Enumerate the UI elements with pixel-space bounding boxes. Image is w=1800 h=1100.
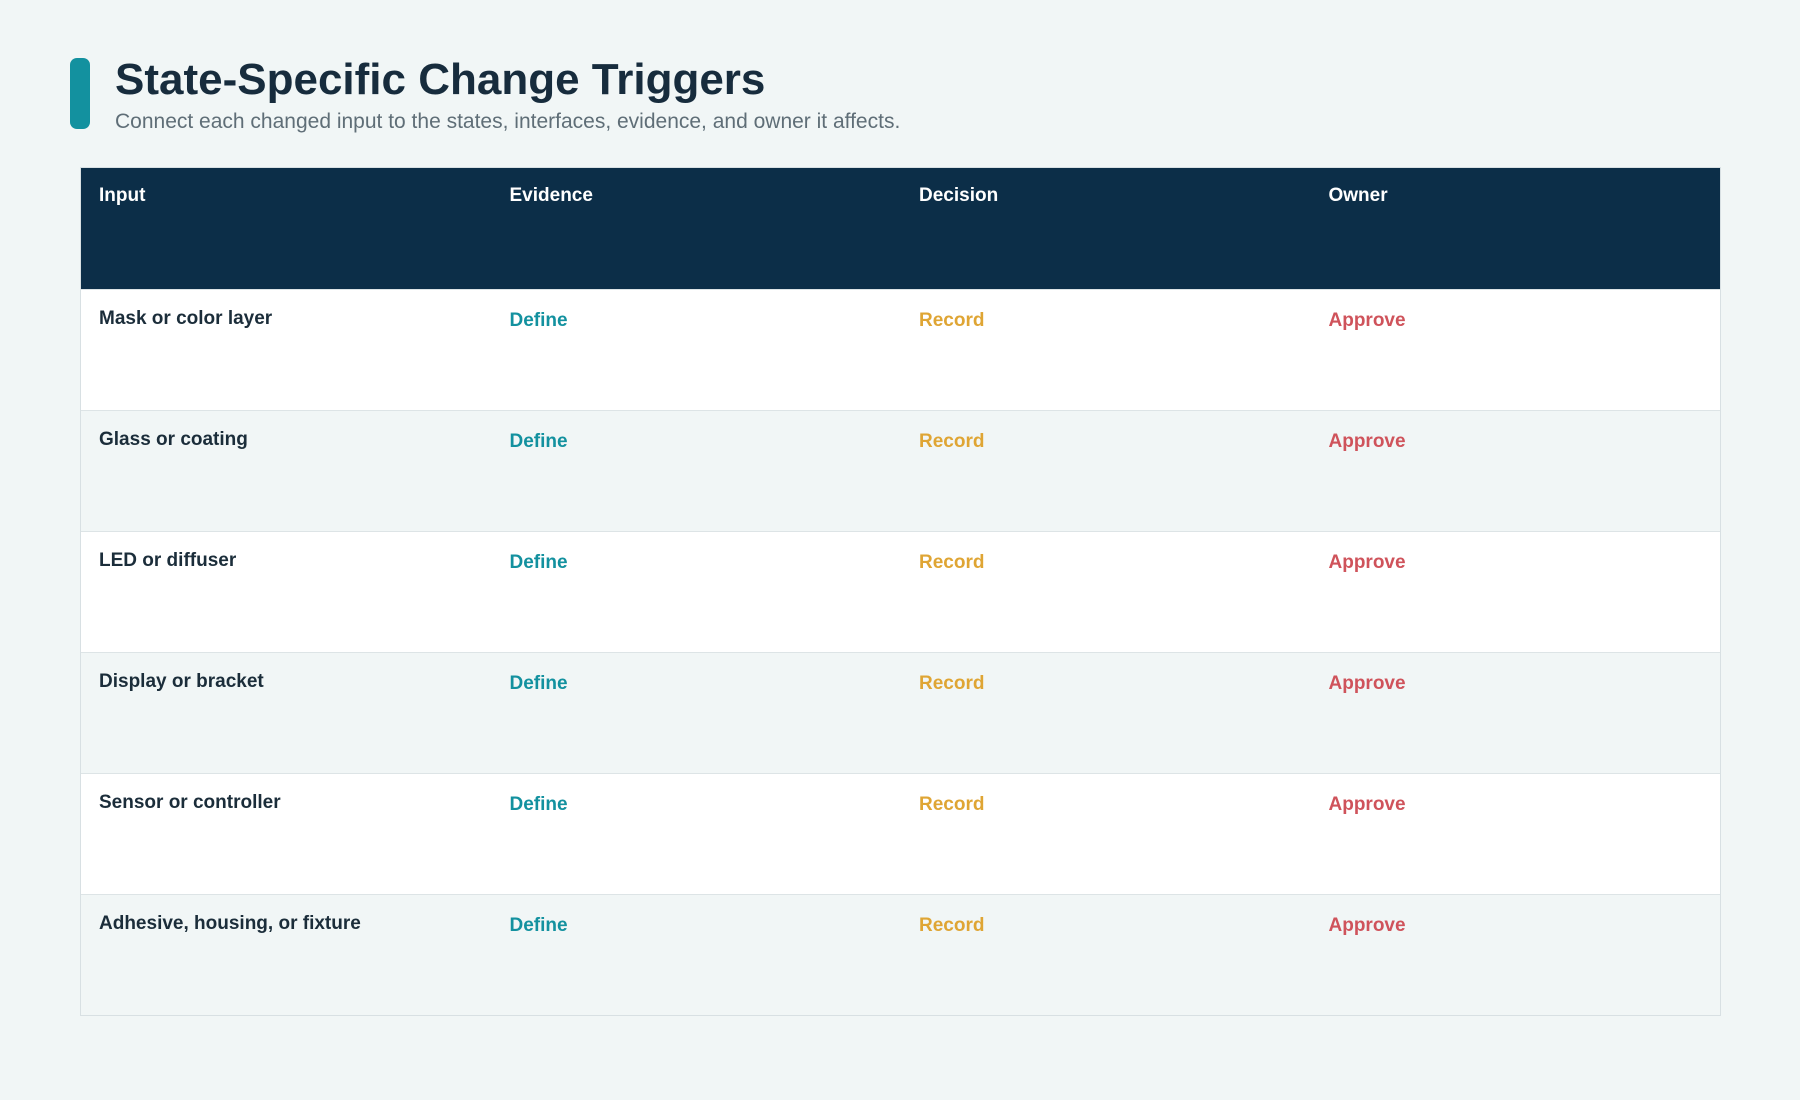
table-row: Glass or coating Define Record Approve <box>81 410 1720 531</box>
table-row: Sensor or controller Define Record Appro… <box>81 773 1720 894</box>
decision-tag: Record <box>919 310 985 331</box>
column-header-decision: Decision <box>919 185 999 206</box>
triggers-table: Input Evidence Decision Owner Mask or co… <box>80 167 1721 1016</box>
decision-tag: Record <box>919 552 985 573</box>
table-row: Mask or color layer Define Record Approv… <box>81 289 1720 410</box>
decision-tag: Record <box>919 673 985 694</box>
evidence-tag: Define <box>509 431 568 452</box>
owner-tag: Approve <box>1328 310 1406 331</box>
table-row: Adhesive, housing, or fixture Define Rec… <box>81 894 1720 1015</box>
evidence-tag: Define <box>509 552 568 573</box>
page-title: State-Specific Change Triggers <box>115 55 766 104</box>
input-cell: Glass or coating <box>99 429 248 450</box>
decision-tag: Record <box>919 794 985 815</box>
input-cell: Adhesive, housing, or fixture <box>99 913 361 934</box>
owner-tag: Approve <box>1328 552 1406 573</box>
decision-tag: Record <box>919 915 985 936</box>
column-header-input: Input <box>99 185 146 206</box>
owner-tag: Approve <box>1328 673 1406 694</box>
evidence-tag: Define <box>509 794 568 815</box>
evidence-tag: Define <box>509 673 568 694</box>
table-row: LED or diffuser Define Record Approve <box>81 531 1720 652</box>
evidence-tag: Define <box>509 310 568 331</box>
owner-tag: Approve <box>1328 431 1406 452</box>
accent-bar <box>70 58 90 129</box>
owner-tag: Approve <box>1328 915 1406 936</box>
input-cell: LED or diffuser <box>99 550 237 571</box>
input-cell: Mask or color layer <box>99 308 273 329</box>
owner-tag: Approve <box>1328 794 1406 815</box>
decision-tag: Record <box>919 431 985 452</box>
page-subtitle: Connect each changed input to the states… <box>115 110 901 133</box>
column-header-owner: Owner <box>1328 185 1388 206</box>
table-row: Display or bracket Define Record Approve <box>81 652 1720 773</box>
input-cell: Sensor or controller <box>99 792 281 813</box>
input-cell: Display or bracket <box>99 671 264 692</box>
evidence-tag: Define <box>509 915 568 936</box>
table-header-row: Input Evidence Decision Owner <box>81 168 1720 289</box>
column-header-evidence: Evidence <box>509 185 593 206</box>
